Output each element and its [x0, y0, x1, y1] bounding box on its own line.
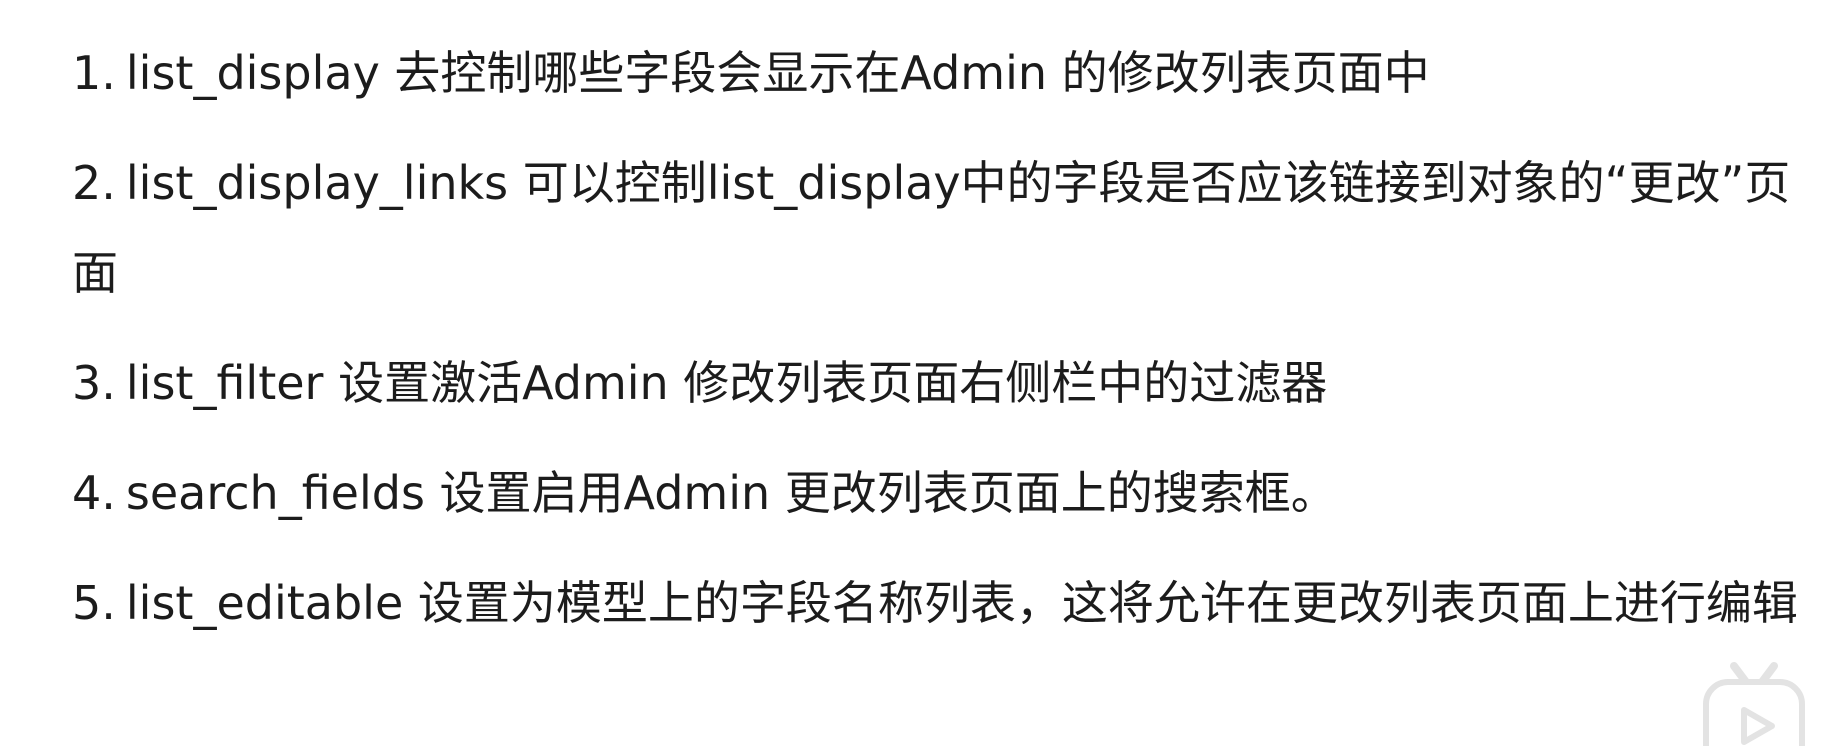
item-text: list_display 去控制哪些字段会显示在Admin 的修改列表页面中 [125, 46, 1430, 100]
item-number: 4. [72, 466, 116, 520]
item-number: 3. [72, 356, 116, 410]
item-number: 1. [72, 46, 116, 100]
item-number: 5. [72, 576, 116, 630]
item-text: list_filter 设置激活Admin 修改列表页面右侧栏中的过滤器 [125, 356, 1328, 410]
item-text: search_fields 设置启用Admin 更改列表页面上的搜索框。 [125, 466, 1337, 520]
list-item: 3. list_filter 设置激活Admin 修改列表页面右侧栏中的过滤器 [72, 338, 1802, 428]
item-text: list_display_links 可以控制list_display中的字段是… [72, 156, 1791, 300]
document-body: 1. list_display 去控制哪些字段会显示在Admin 的修改列表页面中… [72, 28, 1802, 668]
list-item: 1. list_display 去控制哪些字段会显示在Admin 的修改列表页面中 [72, 28, 1802, 118]
list-item: 4. search_fields 设置启用Admin 更改列表页面上的搜索框。 [72, 448, 1802, 538]
list-item: 2. list_display_links 可以控制list_display中的字… [72, 138, 1802, 318]
item-number: 2. [72, 156, 116, 210]
item-text: list_editable 设置为模型上的字段名称列表，这将允许在更改列表页面上… [125, 576, 1798, 630]
bilibili-tv-icon [1703, 662, 1805, 746]
list-item: 5. list_editable 设置为模型上的字段名称列表，这将允许在更改列表页… [72, 558, 1802, 648]
